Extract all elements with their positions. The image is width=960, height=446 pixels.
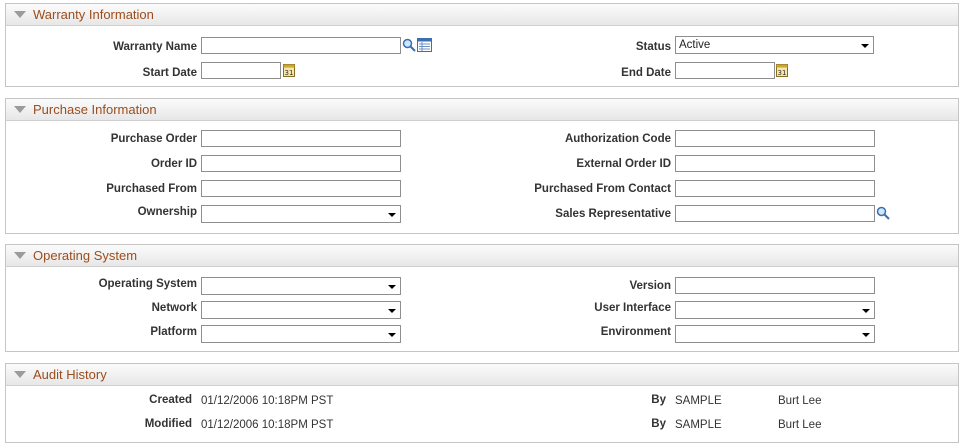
purchase-order-label: Purchase Order — [110, 133, 197, 145]
order-id-input[interactable] — [201, 155, 401, 172]
section-title: Audit History — [33, 367, 107, 382]
svg-text:31: 31 — [778, 69, 787, 77]
sales-representative-label: Sales Representative — [555, 208, 671, 220]
created-label: Created — [149, 394, 192, 406]
status-label: Status — [635, 41, 671, 53]
operating-system-label: Operating System — [98, 278, 197, 290]
modified-timestamp: 01/12/2006 10:18PM PST — [201, 419, 334, 431]
ownership-select[interactable] — [201, 205, 401, 223]
purchased-from-label: Purchased From — [106, 183, 197, 195]
operating-system-select[interactable] — [201, 277, 401, 295]
collapse-triangle-icon[interactable] — [14, 252, 26, 259]
status-select-value: Active — [679, 39, 711, 51]
modified-label: Modified — [144, 418, 192, 430]
collapse-triangle-icon[interactable] — [14, 11, 26, 18]
version-input[interactable] — [675, 277, 875, 294]
created-timestamp: 01/12/2006 10:18PM PST — [201, 395, 334, 407]
chevron-down-icon — [388, 213, 396, 217]
sales-representative-input[interactable] — [675, 205, 875, 222]
platform-select[interactable] — [201, 325, 401, 343]
created-by-label: By — [651, 394, 666, 406]
warranty-information-section: Warranty Information Warranty Name Statu… — [5, 3, 959, 87]
chevron-down-icon — [388, 333, 396, 337]
section-title: Operating System — [33, 248, 138, 263]
start-date-input[interactable] — [201, 62, 281, 79]
chevron-down-icon — [862, 309, 870, 313]
warranty-name-label: Warranty Name — [113, 41, 197, 53]
chevron-down-icon — [388, 309, 396, 313]
authorization-code-label: Authorization Code — [564, 133, 671, 145]
section-title: Warranty Information — [33, 7, 154, 22]
status-select[interactable]: Active — [675, 36, 874, 54]
calendar-icon[interactable]: 31 — [776, 63, 788, 80]
ownership-label: Ownership — [137, 206, 197, 218]
platform-label: Platform — [150, 326, 197, 338]
created-by-name: Burt Lee — [778, 395, 822, 407]
modified-by-label: By — [651, 418, 666, 430]
detail-grid-icon[interactable] — [417, 38, 432, 55]
section-title: Purchase Information — [33, 102, 157, 117]
chevron-down-icon — [861, 44, 869, 48]
operating-system-header[interactable]: Operating System — [6, 245, 958, 267]
purchased-from-contact-input[interactable] — [675, 180, 875, 197]
magnifier-icon[interactable] — [402, 38, 416, 55]
environment-label: Environment — [600, 326, 671, 338]
purchased-from-contact-label: Purchased From Contact — [534, 183, 671, 195]
user-interface-label: User Interface — [594, 302, 671, 314]
chevron-down-icon — [388, 285, 396, 289]
order-id-label: Order ID — [150, 158, 197, 170]
magnifier-icon[interactable] — [876, 206, 890, 223]
purchase-information-section: Purchase Information Purchase Order Orde… — [5, 98, 959, 234]
end-date-input[interactable] — [675, 62, 775, 79]
svg-text:31: 31 — [285, 69, 294, 77]
authorization-code-input[interactable] — [675, 130, 875, 147]
warranty-name-input[interactable] — [201, 37, 401, 54]
network-select[interactable] — [201, 301, 401, 319]
user-interface-select[interactable] — [675, 301, 875, 319]
collapse-triangle-icon[interactable] — [14, 371, 26, 378]
warranty-information-header[interactable]: Warranty Information — [6, 4, 958, 26]
purchase-information-header[interactable]: Purchase Information — [6, 99, 958, 121]
end-date-label: End Date — [621, 67, 671, 79]
collapse-triangle-icon[interactable] — [14, 106, 26, 113]
created-by-id: SAMPLE — [675, 395, 722, 407]
audit-history-header[interactable]: Audit History — [6, 364, 958, 386]
environment-select[interactable] — [675, 325, 875, 343]
operating-system-section: Operating System Operating System Networ… — [5, 244, 959, 352]
modified-by-name: Burt Lee — [778, 419, 822, 431]
version-label: Version — [629, 280, 671, 292]
audit-history-section: Audit History Created 01/12/2006 10:18PM… — [5, 363, 959, 443]
start-date-label: Start Date — [142, 67, 197, 79]
calendar-icon[interactable]: 31 — [283, 63, 295, 80]
network-label: Network — [151, 302, 197, 314]
external-order-id-input[interactable] — [675, 155, 875, 172]
external-order-id-label: External Order ID — [576, 158, 671, 170]
purchase-order-input[interactable] — [201, 130, 401, 147]
chevron-down-icon — [862, 333, 870, 337]
modified-by-id: SAMPLE — [675, 419, 722, 431]
purchased-from-input[interactable] — [201, 180, 401, 197]
